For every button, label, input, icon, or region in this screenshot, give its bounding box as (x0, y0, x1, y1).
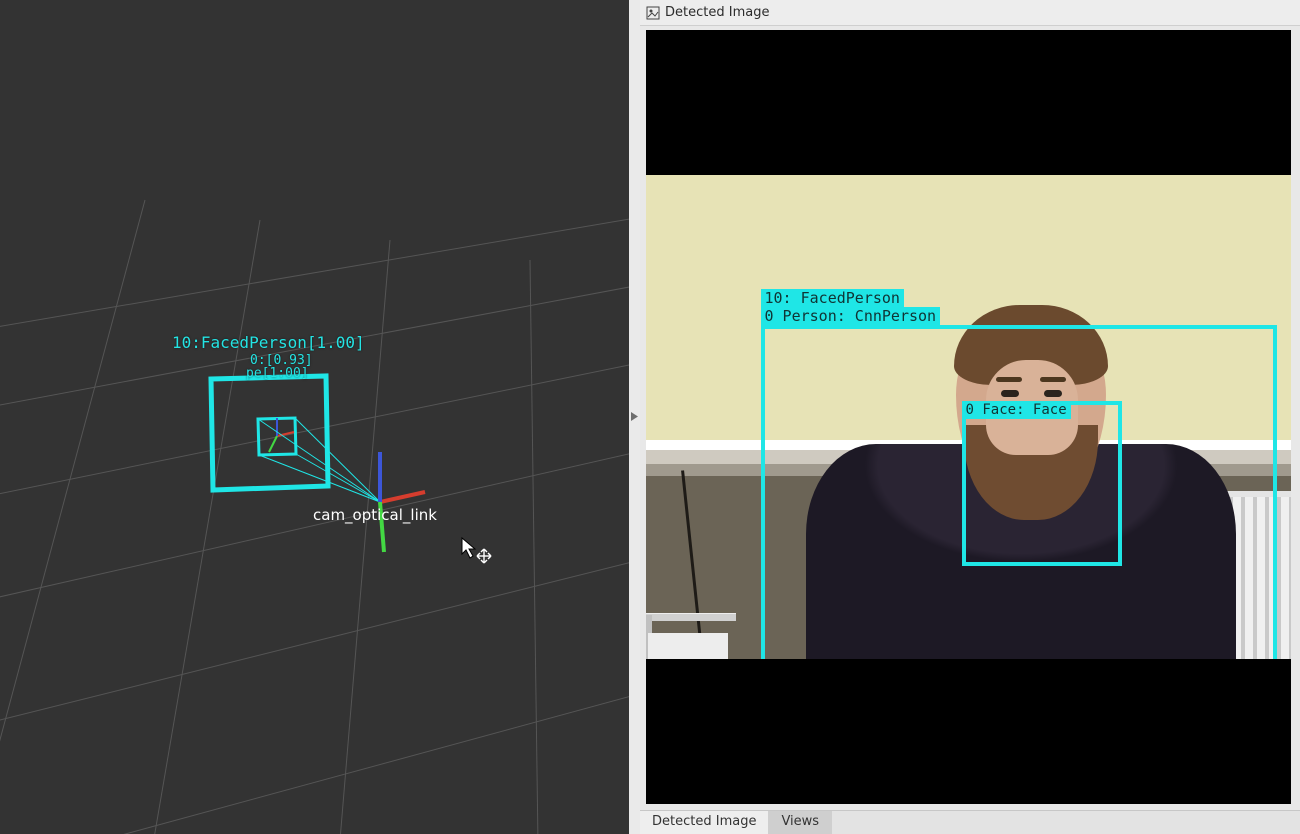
image-canvas: 10: FacedPerson 0 Person: CnnPerson 0 Fa… (646, 30, 1291, 804)
letterbox-top (646, 30, 1291, 175)
viz3d-pane[interactable]: 10:FacedPerson[1.00] 0:[0.93] pe[1:00] c… (0, 0, 629, 834)
image-icon (646, 6, 660, 20)
camera-frame: 10: FacedPerson 0 Person: CnnPerson 0 Fa… (646, 175, 1291, 659)
pane-splitter[interactable] (629, 0, 640, 834)
bbox-face: 0 Face: Face (962, 401, 1122, 566)
viz3d-detection-label: 10:FacedPerson[1.00] (172, 333, 365, 352)
bbox-person-tag2: 0 Person: CnnPerson (761, 307, 941, 325)
viz3d-frame-label: cam_optical_link (313, 506, 437, 524)
image-area[interactable]: 10: FacedPerson 0 Person: CnnPerson 0 Fa… (640, 26, 1300, 810)
image-panel: Detected Image (640, 0, 1300, 834)
tab-detected-image[interactable]: Detected Image (640, 811, 769, 834)
letterbox-bottom (646, 659, 1291, 804)
image-panel-title: Detected Image (665, 5, 769, 20)
viz3d-sublabel-2: pe[1:00] (246, 366, 309, 381)
scene-shelf-paper (648, 633, 728, 659)
bbox-person-tag1: 10: FacedPerson (761, 289, 904, 307)
image-panel-titlebar: Detected Image (640, 0, 1300, 26)
bottom-tabs: Detected Image Views (640, 810, 1300, 834)
app-root: 10:FacedPerson[1.00] 0:[0.93] pe[1:00] c… (0, 0, 1300, 834)
scene-shelf (646, 613, 736, 621)
viz3d-grid (0, 0, 629, 834)
tab-views[interactable]: Views (769, 811, 832, 834)
bbox-face-tag: 0 Face: Face (962, 401, 1071, 419)
